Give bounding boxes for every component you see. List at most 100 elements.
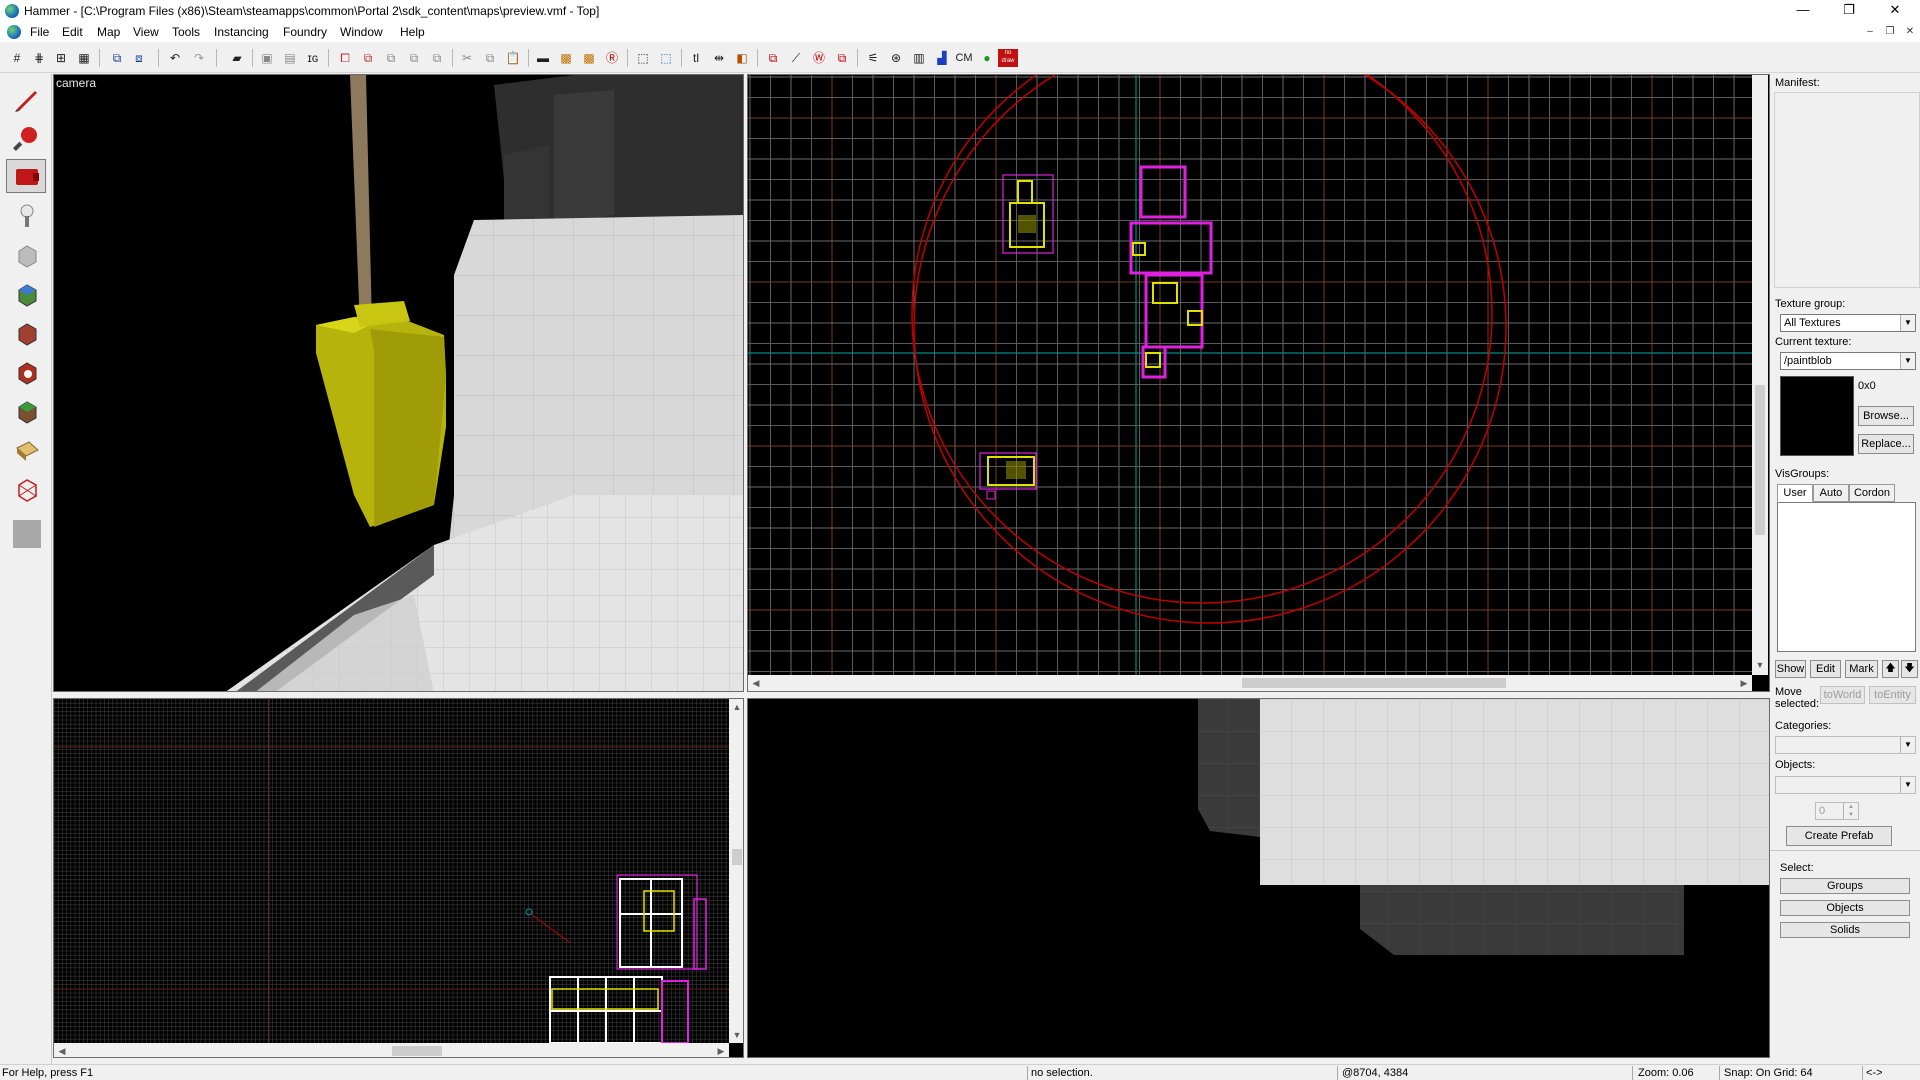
toggle-texture-icon[interactable]: tl xyxy=(687,49,705,67)
maximize-button[interactable]: ❐ xyxy=(1826,0,1872,22)
select-solids-icon[interactable]: ⧉ xyxy=(405,49,423,67)
prefab-count-spinner[interactable]: 0 ▲ ▼ xyxy=(1815,802,1859,820)
tab-auto[interactable]: Auto xyxy=(1813,484,1849,502)
toentity-button[interactable]: toEntity xyxy=(1869,686,1916,704)
top-view-vscroll-thumb[interactable] xyxy=(1755,385,1765,535)
clipping-tool[interactable] xyxy=(6,432,46,466)
nodraw-button[interactable]: no draw xyxy=(998,49,1018,67)
menu-map[interactable]: Map xyxy=(97,25,120,39)
grid-dots-icon[interactable]: ⋕ xyxy=(30,49,48,67)
current-texture-dropdown[interactable]: /paintblob ▼ xyxy=(1780,352,1916,370)
scroll-right-arrow-icon[interactable]: ▶ xyxy=(1736,675,1752,691)
copy-icon[interactable]: ⧉ xyxy=(481,49,499,67)
undo-icon[interactable]: ↶ xyxy=(166,49,184,67)
objects-dropdown[interactable]: ▼ xyxy=(1775,776,1916,794)
create-prefab-button[interactable]: Create Prefab xyxy=(1786,826,1892,846)
select-faces-icon[interactable]: ⧉ xyxy=(382,49,400,67)
selection-pointer-icon[interactable]: ⬚ xyxy=(657,49,675,67)
texture-scale-lock-icon[interactable]: ▩ xyxy=(557,49,575,67)
grid-toggle-icon[interactable]: # xyxy=(8,49,26,67)
side-scroll-right-arrow-icon[interactable]: ▶ xyxy=(713,1043,729,1057)
visgroup-up-arrow-icon[interactable]: 🡅 xyxy=(1882,660,1899,678)
top-view-hscrollbar[interactable]: ◀ ▶ xyxy=(748,675,1752,691)
select-objects-button[interactable]: Objects xyxy=(1780,900,1910,916)
scroll-left-arrow-icon[interactable]: ◀ xyxy=(748,675,764,691)
entity-tool[interactable] xyxy=(6,198,46,232)
menu-edit[interactable]: Edit xyxy=(62,25,83,39)
hide-selected-icon[interactable]: ▣ xyxy=(258,49,276,67)
camera-tool[interactable] xyxy=(6,159,46,193)
unhide-icon[interactable]: ɪɢ xyxy=(304,49,322,67)
categories-dropdown[interactable]: ▼ xyxy=(1775,736,1916,754)
cm-button[interactable]: CM xyxy=(952,49,976,67)
toggle-helpers-icon[interactable]: ⇹ xyxy=(710,49,728,67)
select-solids-button[interactable]: Solids xyxy=(1780,922,1910,938)
menu-file[interactable]: File xyxy=(30,25,49,39)
selection-tool[interactable] xyxy=(6,81,46,115)
top-2d-viewport[interactable]: ◀ ▶ ▼ xyxy=(747,74,1770,692)
top-view-hscroll-thumb[interactable] xyxy=(1242,678,1506,688)
side-2d-viewport[interactable]: ◀ ▶ ▲ ▼ xyxy=(53,698,744,1058)
side-scroll-down-arrow-icon[interactable]: ▼ xyxy=(729,1027,743,1043)
tab-user[interactable]: User xyxy=(1777,484,1813,502)
magnify-tool[interactable] xyxy=(6,120,46,154)
entity-report-icon[interactable]: ▥ xyxy=(910,49,928,67)
vertex-tool-icon[interactable]: ⧉ xyxy=(764,49,782,67)
camera-viewport[interactable]: camera xyxy=(53,74,744,692)
group-icon[interactable]: ⧉ xyxy=(108,49,126,67)
manifest-list[interactable] xyxy=(1774,92,1920,288)
larger-grid-icon[interactable]: ▦ xyxy=(75,49,93,67)
clip-tool-icon[interactable]: ⟋ xyxy=(787,49,805,67)
visgroups-list[interactable] xyxy=(1777,502,1916,652)
cut-icon[interactable]: ✂ xyxy=(458,49,476,67)
paste-icon[interactable]: 📋 xyxy=(504,49,522,67)
portal-icon[interactable]: ● xyxy=(978,49,996,67)
menu-view[interactable]: View xyxy=(133,25,159,39)
side-view-hscroll-thumb[interactable] xyxy=(392,1046,442,1056)
side-scroll-left-arrow-icon[interactable]: ◀ xyxy=(54,1043,70,1057)
hide-unselected-icon[interactable]: ▤ xyxy=(281,49,299,67)
radius-culling-icon[interactable]: Ⓡ xyxy=(603,49,621,67)
smaller-grid-icon[interactable]: ⊞ xyxy=(52,49,70,67)
map-properties-icon[interactable]: ⊛ xyxy=(887,49,905,67)
visgroup-edit-button[interactable]: Edit xyxy=(1810,660,1841,678)
front-viewport[interactable] xyxy=(747,698,1770,1058)
vertex-manipulation-tool[interactable] xyxy=(6,471,46,505)
menu-window[interactable]: Window xyxy=(340,25,383,39)
document-icon[interactable] xyxy=(7,25,21,39)
visgroup-show-button[interactable]: Show xyxy=(1775,660,1806,678)
visgroup-down-arrow-icon[interactable]: 🡇 xyxy=(1901,660,1918,678)
select-groups-button[interactable]: Groups xyxy=(1780,878,1910,894)
mdi-restore-button[interactable]: ❐ xyxy=(1882,26,1898,40)
menu-instancing[interactable]: Instancing xyxy=(214,25,269,39)
selection-box-icon[interactable]: ⬚ xyxy=(634,49,652,67)
auto-select-icon[interactable]: ⧠ xyxy=(336,49,354,67)
path-tool[interactable] xyxy=(6,516,46,550)
visgroup-mark-button[interactable]: Mark xyxy=(1845,660,1878,678)
close-button[interactable]: ✕ xyxy=(1872,0,1918,22)
toggle-models-icon[interactable]: ◧ xyxy=(733,49,751,67)
toworld-button[interactable]: toWorld xyxy=(1820,686,1865,704)
browse-button[interactable]: Browse... xyxy=(1858,406,1914,426)
top-view-vscrollbar[interactable]: ▼ xyxy=(1752,75,1768,675)
replace-button[interactable]: Replace... xyxy=(1858,434,1914,454)
scroll-down-arrow-icon[interactable]: ▼ xyxy=(1752,657,1768,673)
side-scroll-up-arrow-icon[interactable]: ▲ xyxy=(729,699,743,715)
select-groups-icon[interactable]: ⧉ xyxy=(428,49,446,67)
side-view-hscrollbar[interactable]: ◀ ▶ xyxy=(54,1043,729,1057)
block-tool[interactable] xyxy=(6,237,46,271)
overlay-tool[interactable] xyxy=(6,393,46,427)
mdi-minimize-button[interactable]: – xyxy=(1862,26,1878,40)
overlay-tool-icon[interactable]: ⧉ xyxy=(833,49,851,67)
apply-current-texture-tool[interactable] xyxy=(6,315,46,349)
redo-icon[interactable]: ↷ xyxy=(190,49,208,67)
menu-help[interactable]: Help xyxy=(400,25,425,39)
tab-cordon[interactable]: Cordon xyxy=(1849,484,1895,502)
mdi-close-button[interactable]: ✕ xyxy=(1902,26,1918,40)
menu-foundry[interactable]: Foundry xyxy=(283,25,327,39)
ungroup-icon[interactable]: ⧈ xyxy=(130,49,148,67)
carve-icon[interactable]: ▰ xyxy=(228,49,246,67)
texture-lock-icon-2[interactable]: ▩ xyxy=(580,49,598,67)
side-view-vscrollbar[interactable]: ▲ ▼ xyxy=(729,699,743,1043)
run-map-icon[interactable]: ▟ xyxy=(933,49,951,67)
